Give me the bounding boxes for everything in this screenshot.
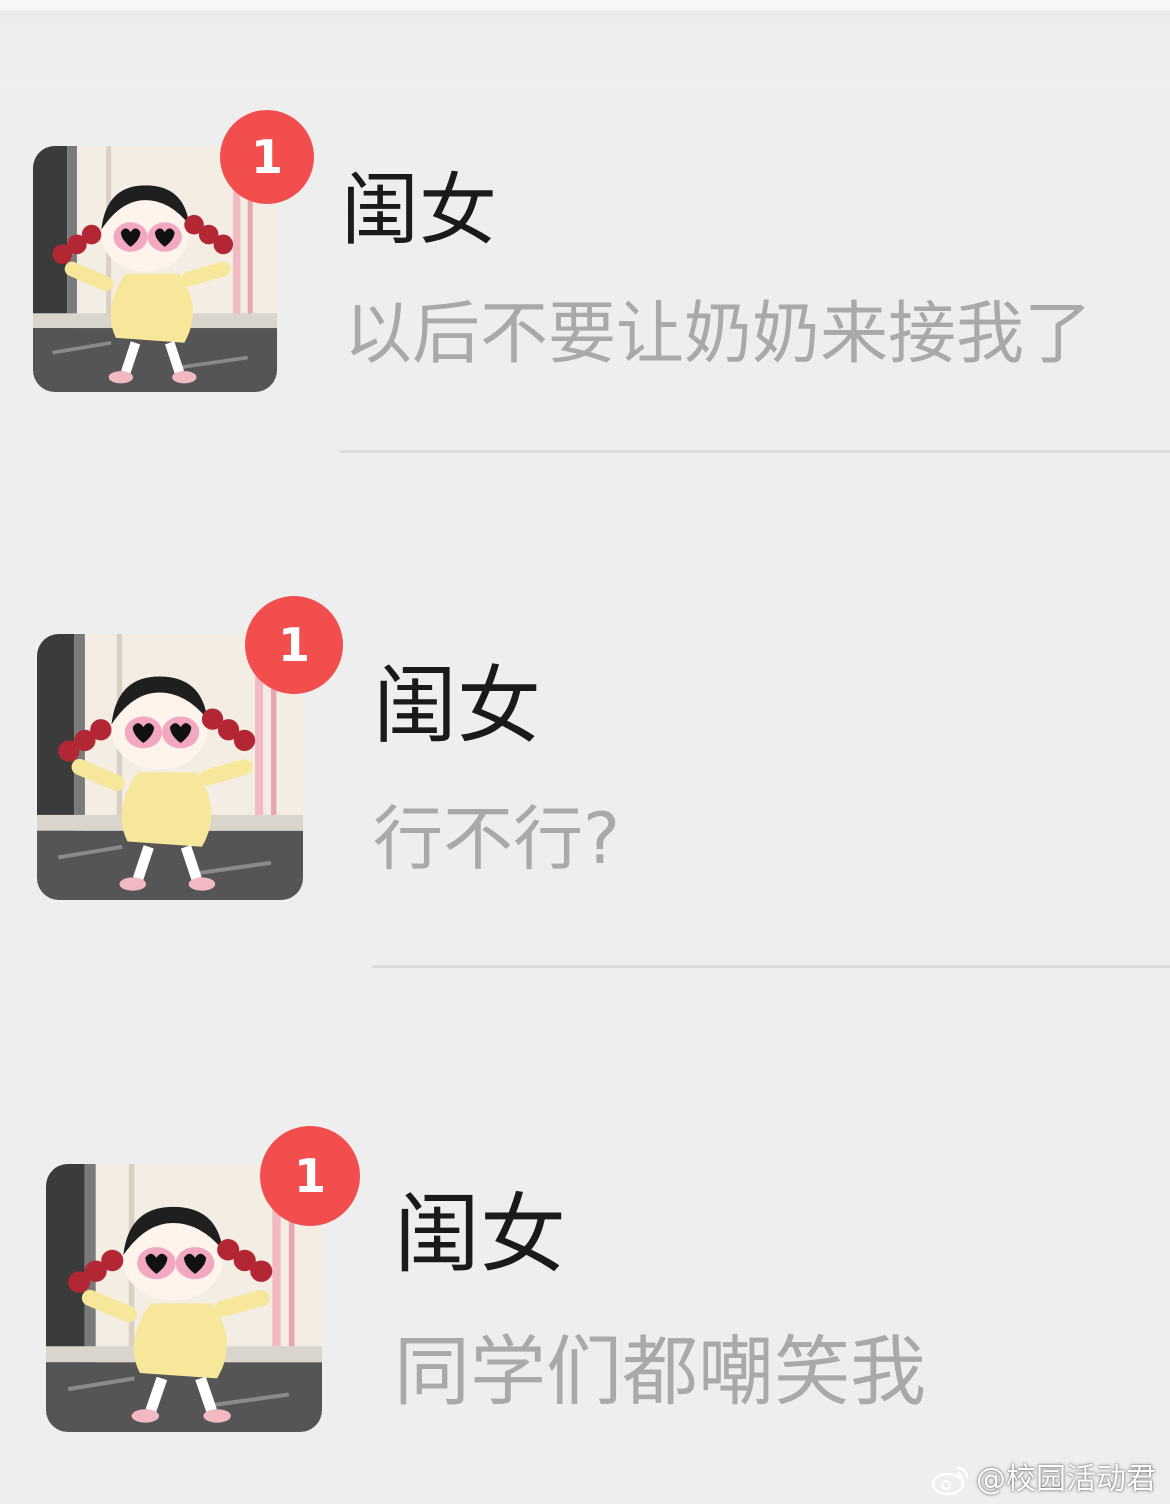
last-message-preview: 行不行? (373, 798, 621, 880)
unread-count-badge: 1 (260, 1126, 360, 1226)
contact-name: 闺女 (341, 166, 498, 256)
weibo-logo-icon (930, 1464, 970, 1496)
unread-count-badge: 1 (245, 596, 343, 694)
chat-list-item[interactable]: 1 闺女 以后不要让奶奶来接我了 (0, 0, 1170, 470)
chat-list-item[interactable]: 1 闺女 行不行? (0, 470, 1170, 990)
contact-name: 闺女 (373, 657, 542, 755)
last-message-preview: 以后不要让奶奶来接我了 (344, 295, 1093, 374)
row-divider (372, 965, 1170, 968)
watermark-text: @校园活动君 (976, 1462, 1156, 1497)
chat-list-item[interactable]: 1 闺女 同学们都嘲笑我 (0, 990, 1170, 1504)
last-message-preview: 同学们都嘲笑我 (394, 1327, 926, 1416)
contact-name: 闺女 (394, 1185, 566, 1285)
unread-count-badge: 1 (220, 110, 314, 204)
row-divider (340, 450, 1170, 453)
weibo-watermark: @校园活动君 (930, 1464, 1156, 1496)
